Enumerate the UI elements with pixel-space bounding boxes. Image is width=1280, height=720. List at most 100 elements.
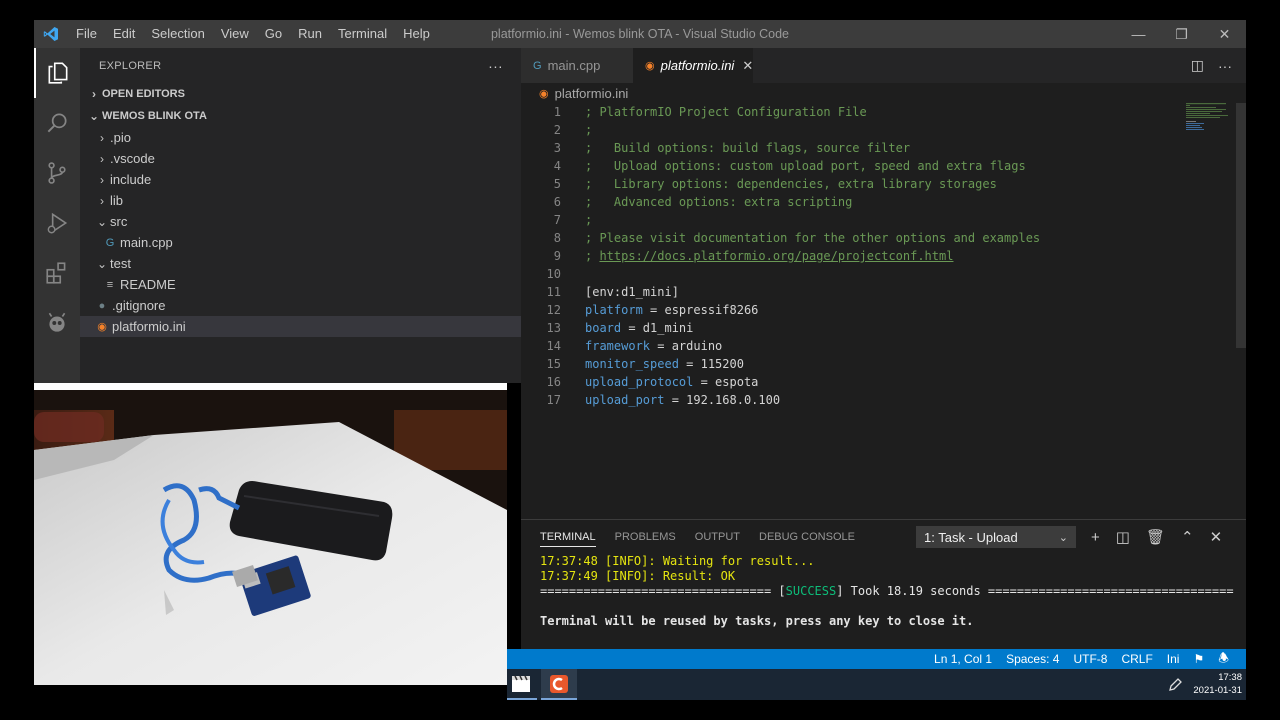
restore-icon[interactable]: ❐ — [1160, 20, 1203, 48]
terminal-select[interactable]: 1: Task - Upload ⌄ — [916, 526, 1076, 548]
ini-value: = 115200 — [678, 357, 744, 371]
search-icon[interactable] — [34, 98, 80, 148]
menu-run[interactable]: Run — [290, 20, 330, 48]
close-panel-icon[interactable]: ✕ — [1210, 528, 1223, 546]
breadcrumb[interactable]: ◉ platformio.ini — [521, 83, 1246, 103]
breadcrumb-file: platformio.ini — [554, 85, 629, 101]
tab-debug-console[interactable]: DEBUG CONSOLE — [759, 531, 855, 543]
end-of-line[interactable]: CRLF — [1114, 652, 1159, 666]
chevron-right-icon: › — [100, 130, 104, 145]
taskbar-app-active[interactable] — [541, 669, 577, 700]
terminal-line: ================================ [SUCCES… — [540, 584, 1246, 599]
run-debug-icon[interactable] — [34, 198, 80, 248]
ini-key: board — [585, 321, 622, 335]
tree-folder-include[interactable]: › include — [80, 169, 521, 190]
ini-key: platform — [585, 303, 643, 317]
feedback-icon[interactable]: ⚑ — [1186, 652, 1211, 666]
indentation[interactable]: Spaces: 4 — [999, 652, 1066, 666]
tree-folder-lib[interactable]: › lib — [80, 190, 521, 211]
code-editor[interactable]: ◉ platformio.ini 1 ; PlatformIO Project C… — [521, 83, 1246, 519]
terminal-select-value: 1: Task - Upload — [924, 529, 1018, 545]
minimap[interactable] — [1186, 103, 1232, 133]
tree-label: main.cpp — [120, 235, 173, 250]
source-control-icon[interactable] — [34, 148, 80, 198]
cursor-position[interactable]: Ln 1, Col 1 — [927, 652, 999, 666]
webcam-feed — [34, 390, 507, 685]
new-terminal-icon[interactable]: + — [1091, 529, 1100, 546]
line-number: 4 — [553, 159, 561, 173]
clapperboard-app-icon[interactable] — [509, 672, 533, 696]
explorer-icon[interactable] — [34, 48, 80, 98]
line-text: ; Library options: dependencies, extra l… — [585, 177, 997, 191]
more-actions-icon[interactable]: ··· — [488, 58, 503, 74]
menu-selection[interactable]: Selection — [143, 20, 212, 48]
menu-edit[interactable]: Edit — [105, 20, 143, 48]
chevron-down-icon: ⌄ — [96, 256, 108, 271]
pen-icon[interactable] — [1167, 677, 1183, 693]
tree-file-main-cpp[interactable]: G main.cpp — [80, 232, 521, 253]
tree-label: .pio — [110, 130, 131, 145]
tree-label: platformio.ini — [112, 319, 186, 334]
extensions-icon[interactable] — [34, 248, 80, 298]
tree-folder-vscode[interactable]: › .vscode — [80, 148, 521, 169]
code-lines: 1 ; PlatformIO Project Configuration File… — [521, 103, 1246, 409]
tree-label: README — [120, 277, 176, 292]
tree-folder-src[interactable]: ⌄ src — [80, 211, 521, 232]
split-editor-icon[interactable]: ◫ — [1191, 57, 1204, 74]
ini-value: = arduino — [650, 339, 723, 353]
kill-terminal-icon[interactable]: 🗑 — [1146, 528, 1165, 546]
chevron-down-icon: ⌄ — [1058, 531, 1068, 544]
open-editors-section[interactable]: › OPEN EDITORS — [80, 83, 521, 105]
maximize-panel-icon[interactable]: ⌃ — [1181, 528, 1194, 546]
comment-prefix: ; — [585, 249, 600, 263]
language-mode[interactable]: Ini — [1160, 652, 1187, 666]
tree-folder-pio[interactable]: › .pio — [80, 127, 521, 148]
tree-label: test — [110, 256, 131, 271]
line-number: 8 — [553, 231, 561, 245]
tree-file-readme[interactable]: ≡ README — [80, 274, 521, 295]
tree-file-platformio-ini[interactable]: ◉ platformio.ini — [80, 316, 521, 337]
platformio-icon[interactable] — [34, 298, 80, 348]
os-taskbar: 17:38 2021-01-31 — [507, 669, 1246, 700]
status-bar: Ln 1, Col 1 Spaces: 4 UTF-8 CRLF Ini ⚑ 🕭 — [507, 649, 1246, 669]
tab-platformio-ini[interactable]: ◉ platformio.ini ✕ — [633, 48, 753, 83]
terminal-line: 17:37:49 [INFO]: Result: OK — [540, 569, 736, 583]
ini-key: upload_port — [585, 393, 665, 407]
encoding[interactable]: UTF-8 — [1066, 652, 1114, 666]
tab-label: platformio.ini — [660, 58, 735, 73]
project-section[interactable]: ⌄ WEMOS BLINK OTA — [80, 105, 521, 127]
terminal-output[interactable]: 17:37:48 [INFO]: Waiting for result... 1… — [521, 554, 1246, 629]
menu-help[interactable]: Help — [395, 20, 438, 48]
terminal-text: ================================ [ — [540, 584, 786, 598]
minimize-icon[interactable]: — — [1117, 20, 1160, 48]
menu-file[interactable]: File — [68, 20, 105, 48]
tab-main-cpp[interactable]: G main.cpp — [521, 48, 633, 83]
tab-terminal[interactable]: TERMINAL — [540, 531, 596, 547]
chevron-down-icon: ⌄ — [88, 109, 100, 123]
tab-problems[interactable]: PROBLEMS — [615, 531, 676, 543]
tree-label: include — [110, 172, 152, 187]
tree-file-gitignore[interactable]: ● .gitignore — [80, 295, 521, 316]
clock[interactable]: 17:38 2021-01-31 — [1193, 671, 1242, 697]
menu-terminal[interactable]: Terminal — [330, 20, 395, 48]
tab-label: main.cpp — [547, 58, 601, 73]
editor-scrollbar[interactable] — [1236, 103, 1246, 348]
tree-folder-test[interactable]: ⌄ test — [80, 253, 521, 274]
chevron-right-icon: › — [100, 172, 104, 187]
close-window-icon[interactable]: ✕ — [1203, 20, 1246, 48]
recorder-app-icon — [550, 675, 568, 693]
code-line: 7; — [521, 211, 1246, 229]
docs-link[interactable]: https://docs.platformio.org/page/project… — [599, 249, 953, 263]
tab-output[interactable]: OUTPUT — [695, 531, 740, 543]
notifications-bell-icon[interactable]: 🕭 — [1211, 649, 1236, 670]
menu-go[interactable]: Go — [257, 20, 290, 48]
more-actions-icon[interactable]: ··· — [1218, 58, 1232, 74]
line-number: 16 — [546, 375, 561, 389]
code-line: 11 [env:d1_mini] — [521, 283, 1246, 301]
close-tab-icon[interactable]: ✕ — [742, 58, 753, 74]
menu-view[interactable]: View — [213, 20, 257, 48]
code-line: 14 framework = arduino — [521, 337, 1246, 355]
split-terminal-icon[interactable]: ◫ — [1116, 528, 1130, 546]
line-number: 13 — [546, 321, 561, 335]
